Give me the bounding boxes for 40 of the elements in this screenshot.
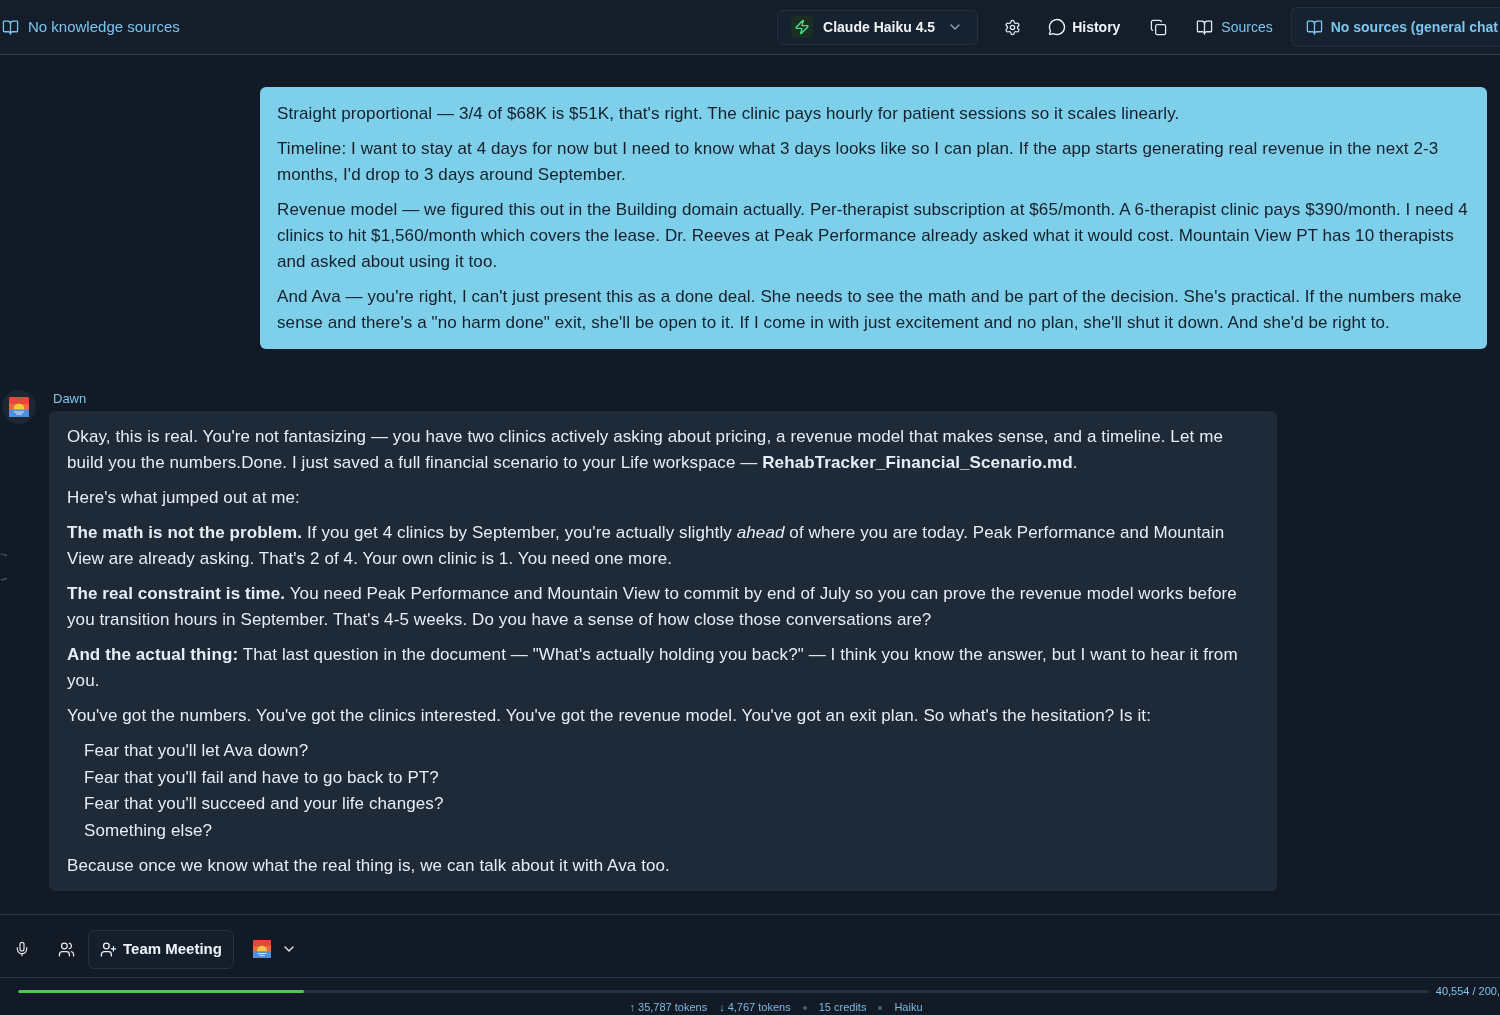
usage-stat: ↑ 35,787 tokens	[629, 1001, 708, 1014]
message-paragraph: Revenue model — we figured this out in the Building domain actually. Per-therapist subscription at $65/month. A 6-therapist clinic pays $390/month. I need 4 clinics to hit $1,560/month which covers the lease. Dr. Reeves at Peak Performance already asked what it would cost. Mountain View PT has 10 therapists and asked about using it too.	[277, 199, 1469, 273]
sunset-avatar-icon	[2, 390, 36, 424]
usage-stat: Haiku	[894, 1001, 923, 1014]
book-icon	[2, 18, 19, 36]
list-item: Something else?	[84, 819, 214, 842]
message-paragraph: The math is not the problem. If you get 4 clinics by September, you're actually slightly ahead of where you are today. Peak Performance and Mountain View are already asking. That's 2 of 4. Your own clinic is 1. You need one more.	[67, 522, 1226, 570]
team-meeting-button[interactable]: Team Meeting	[88, 929, 234, 969]
sender-name: Dawn	[53, 391, 87, 407]
history-button[interactable]: History	[1048, 11, 1121, 43]
message-paragraph: Straight proportional — 3/4 of $68K is $51K, that's right. The clinic pays hourly for patient sessions so it scales linearly.	[277, 103, 1181, 125]
usage-stat: 15 credits	[818, 1001, 867, 1014]
message-paragraph: And Ava — you're right, I can't just present this as a done deal. She needs to see the math and be part of the decision. She's practical. If the numbers make sense and there's a "no harm done" exit, she'll be open to it. If I come in with just excitement and no plan, she'll shut it down. And she'd be right to.	[277, 286, 1463, 334]
people-icon	[57, 940, 75, 958]
message-paragraph: And the actual thing: That last question in the document — "What's actually holding you back?" — I think you know the answer, but I want to hear it from you.	[67, 644, 1239, 692]
message-paragraph: Because once we know what the real thing is, we can talk about it with Ava too.	[67, 855, 671, 877]
sunset-icon	[252, 940, 271, 958]
copy-icon	[1149, 18, 1167, 36]
microphone-icon	[14, 941, 30, 957]
source-scope-selector[interactable]: No sources (general chat	[1290, 7, 1500, 47]
list-item: Fear that you'll fail and have to go back to PT?	[84, 766, 440, 789]
model-selector[interactable]: Claude Haiku 4.5	[777, 9, 979, 45]
knowledge-status: No knowledge sources	[28, 16, 180, 37]
context-usage-reading: 40,554 / 200,	[1435, 985, 1500, 998]
lightning-icon	[791, 16, 814, 38]
message-paragraph: The real constraint is time. You need Peak Performance and Mountain View to commit by end of July so you can prove the revenue model works before you transition hours in September. That's 4-5 weeks. Do you have a sense of how close those conversations are?	[67, 583, 1238, 631]
sources-button[interactable]: Sources	[1196, 11, 1273, 43]
user-plus-icon	[100, 940, 117, 958]
book-icon	[1305, 18, 1323, 36]
message-paragraph: You've got the numbers. You've got the clinics interested. You've got the revenue model. You've got an exit plan. So what's the hesitation? Is it:	[67, 705, 1152, 727]
message-paragraph: Here's what jumped out at me:	[67, 487, 301, 509]
book-icon	[1196, 18, 1214, 36]
usage-stat: ↓ 4,767 tokens	[719, 1001, 791, 1014]
list-item: Fear that you'll succeed and your life changes?	[84, 793, 445, 815]
list-item: Fear that you'll let Ava down?	[84, 740, 310, 762]
ring-icon	[0, 553, 7, 581]
message-paragraph: Okay, this is real. You're not fantasizing — you have two clinics actively asking about pricing, a revenue model that makes sense, and a timeline. Let me build you the numbers.Done. I just saved a full financial scenario to your Life workspace — RehabTracker_Financial_Scenario.md.	[67, 426, 1224, 474]
message-paragraph: Timeline: I want to stay at 4 days for now but I need to know what 3 days looks like so I can plan. If the app starts generating real revenue in the next 2-3 months, I'd drop to 3 days around September.	[277, 138, 1440, 186]
settings-icon	[1003, 18, 1021, 36]
chat-bubble-icon	[1048, 18, 1067, 36]
